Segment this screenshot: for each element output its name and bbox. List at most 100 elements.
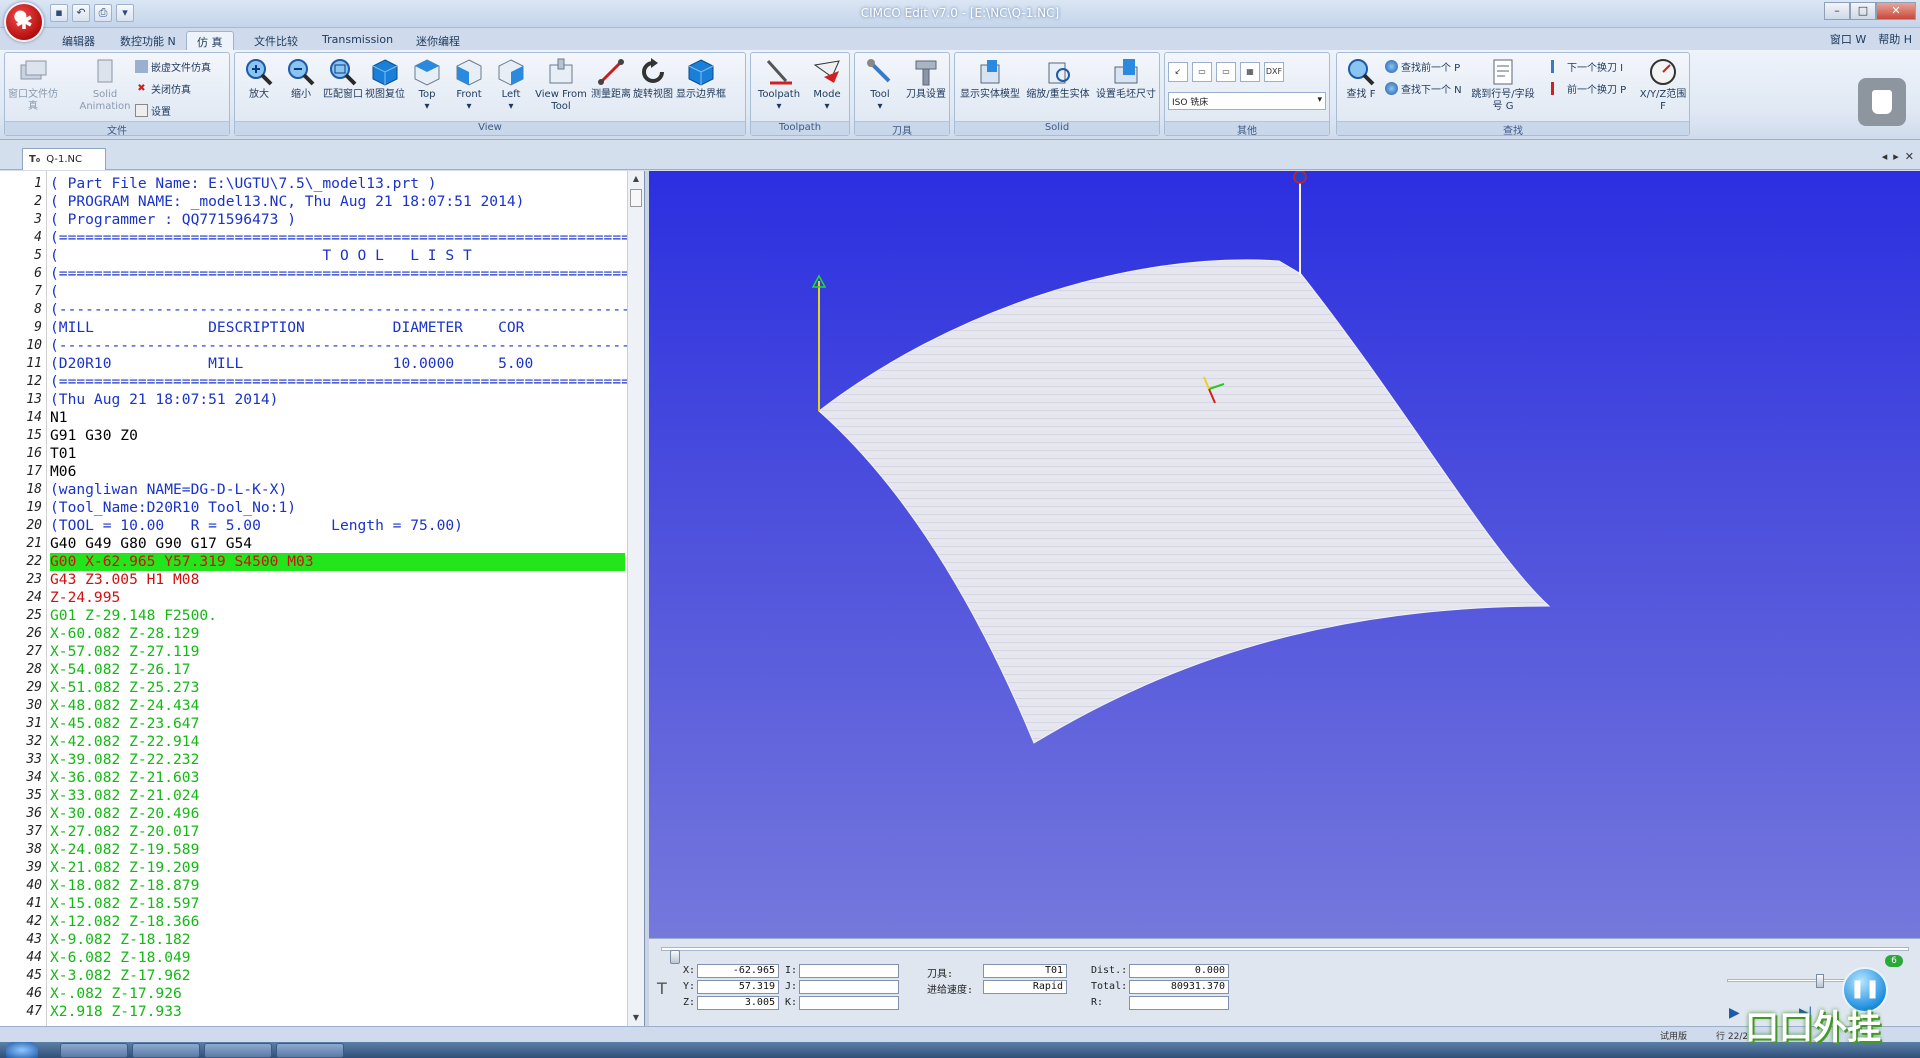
code-line[interactable]: 24 Z-24.995 [0,589,627,607]
code-line[interactable]: 27 X-57.082 Z-27.119 [0,643,627,661]
zoom-in-button[interactable]: 放大 [239,57,279,101]
start-button[interactable] [6,1042,38,1058]
tab-nc-functions[interactable]: 数控功能 N [110,31,186,50]
code-line[interactable]: 40 X-18.082 Z-18.879 [0,877,627,895]
taskbar-item-1[interactable] [60,1043,128,1058]
tool-button[interactable]: Tool ▾ [859,57,901,113]
code-line[interactable]: 28 X-54.082 Z-26.17 [0,661,627,679]
code-line[interactable]: 12 (=====================================… [0,373,627,391]
tab-scroll-left-icon[interactable]: ◂ [1882,150,1888,163]
code-line[interactable]: 14 N1 [0,409,627,427]
scroll-down-icon[interactable]: ▼ [628,1010,644,1026]
embed-file-sim-button[interactable]: 嵌虚文件仿真 [135,59,211,74]
code-line[interactable]: 47 X2.918 Z-17.933 [0,1003,627,1021]
taskbar-item-2[interactable] [132,1043,200,1058]
view-front-button[interactable]: Front ▾ [449,57,489,113]
tab-simulation[interactable]: 仿 真 [186,31,234,50]
mini-tool-1-icon[interactable]: ↙ [1168,62,1188,82]
find-button[interactable]: 查找 F [1341,57,1381,101]
code-line[interactable]: 42 X-12.082 Z-18.366 [0,913,627,931]
taskbar-item-3[interactable] [204,1043,272,1058]
code-line[interactable]: 41 X-15.082 Z-18.597 [0,895,627,913]
code-line[interactable]: 5 ( T O O L L I S T [0,247,627,265]
editor-vertical-scrollbar[interactable]: ▲ ▼ [627,171,644,1026]
code-line[interactable]: 29 X-51.082 Z-25.273 [0,679,627,697]
code-line[interactable]: 3 ( Programmer : QQ771596473 ) [0,211,627,229]
simulation-viewport[interactable] [649,171,1920,938]
application-menu-button[interactable]: ✱ [4,2,44,42]
scroll-up-icon[interactable]: ▲ [628,171,644,187]
xyz-range-button[interactable]: X/Y/Z范围 F [1637,57,1689,113]
tab-file-compare[interactable]: 文件比较 [244,31,308,50]
show-bounding-box-button[interactable]: 显示边界框 [675,57,727,101]
code-line[interactable]: 33 X-39.082 Z-22.232 [0,751,627,769]
goto-line-button[interactable]: 跳到行号/字段号 G [1467,57,1539,113]
code-line[interactable]: 9 (MILL DESCRIPTION DIAMETER COR [0,319,627,337]
code-line[interactable]: 16 T01 [0,445,627,463]
close-document-icon[interactable]: ✕ [1905,150,1914,163]
window-file-sim-button[interactable]: 窗口文件仿真 [7,57,59,113]
code-line[interactable]: 46 X-.082 Z-17.926 [0,985,627,1003]
scrollbar-thumb[interactable] [630,189,642,207]
zoom-regen-solid-button[interactable]: 缩放/重生实体 [1025,57,1091,101]
minimize-button[interactable]: – [1824,2,1850,20]
code-line[interactable]: 31 X-45.082 Z-23.647 [0,715,627,733]
code-line[interactable]: 38 X-24.082 Z-19.589 [0,841,627,859]
code-line[interactable]: 11 (D20R10 MILL 10.0000 5.00 [0,355,627,373]
play-icon[interactable]: ▶ [1729,1005,1740,1021]
rotate-view-button[interactable]: 旋转视图 [633,57,673,101]
close-button[interactable]: ✕ [1876,2,1916,20]
find-previous-button[interactable]: 查找前一个 P [1385,59,1460,74]
code-line[interactable]: 13 (Thu Aug 21 18:07:51 2014) [0,391,627,409]
machine-type-select[interactable]: ISO 铣床 ▾ [1168,92,1326,110]
tab-scroll-right-icon[interactable]: ▸ [1893,150,1899,163]
simulation-progress-slider[interactable] [661,947,1909,964]
reset-view-button[interactable]: 视图复位 [365,57,405,101]
next-tool-change-button[interactable]: 下一个换刀 I [1551,59,1623,74]
current-code-line[interactable]: 22 G00 X-62.965 Y57.319 S4500 M03 [0,553,627,571]
code-line[interactable]: 25 G01 Z-29.148 F2500. [0,607,627,625]
code-line[interactable]: 7( [0,283,627,301]
close-sim-button[interactable]: ✖ 关闭仿真 [135,81,191,96]
floating-widget[interactable] [1858,78,1906,126]
code-line[interactable]: 30 X-48.082 Z-24.434 [0,697,627,715]
view-top-button[interactable]: Top ▾ [407,57,447,113]
speed-slider-knob[interactable] [1816,974,1824,988]
solid-animation-button[interactable]: Solid Animation [79,57,131,113]
nc-code-editor[interactable]: 1 ( Part File Name: E:\UGTU\7.5\_model13.… [0,171,645,1026]
code-line[interactable]: 44 X-6.082 Z-18.049 [0,949,627,967]
code-line[interactable]: 4 (======================================… [0,229,627,247]
maximize-button[interactable]: □ [1850,2,1876,20]
fit-window-button[interactable]: 匹配窗口 [323,57,363,101]
code-line[interactable]: 17 M06 [0,463,627,481]
document-tab[interactable]: T₀ Q-1.NC [22,148,106,170]
show-solid-model-button[interactable]: 显示实体模型 [959,57,1021,101]
code-line[interactable]: 23 G43 Z3.005 H1 M08 [0,571,627,589]
view-left-button[interactable]: Left ▾ [491,57,531,113]
view-from-tool-button[interactable]: View From Tool [535,57,587,113]
zoom-out-button[interactable]: 缩小 [281,57,321,101]
code-line[interactable]: 20 (TOOL = 10.00 R = 5.00 Length = 75.00) [0,517,627,535]
find-next-button[interactable]: 查找下一个 N [1385,81,1462,96]
slider-knob[interactable] [670,950,680,964]
measure-distance-button[interactable]: 测量距离 [591,57,631,101]
mode-button[interactable]: Mode ▾ [805,57,849,113]
code-line[interactable]: 34 X-36.082 Z-21.603 [0,769,627,787]
toolpath-button[interactable]: Toolpath ▾ [755,57,803,113]
code-line[interactable]: 36 X-30.082 Z-20.496 [0,805,627,823]
code-line[interactable]: 21 G40 G49 G80 G90 G17 G54 [0,535,627,553]
code-line[interactable]: 39 X-21.082 Z-19.209 [0,859,627,877]
code-line[interactable]: 45 X-3.082 Z-17.962 [0,967,627,985]
tool-settings-button[interactable]: 刀具设置 [903,57,949,101]
code-line[interactable]: 2 ( PROGRAM NAME: _model13.NC, Thu Aug 21… [0,193,627,211]
tab-editor[interactable]: 编辑器 [52,31,105,50]
prev-tool-change-button[interactable]: 前一个换刀 P [1551,81,1626,96]
menu-help[interactable]: 帮助 H [1878,31,1912,47]
code-line[interactable]: 15 G91 G30 Z0 [0,427,627,445]
code-line[interactable]: 43 X-9.082 Z-18.182 [0,931,627,949]
code-line[interactable]: 6 (======================================… [0,265,627,283]
code-line[interactable]: 10 (-------------------------------------… [0,337,627,355]
code-line[interactable]: 18 (wangliwan NAME=DG-D-L-K-X) [0,481,627,499]
code-line[interactable]: 19 (Tool_Name:D20R10 Tool_No:1) [0,499,627,517]
menu-window[interactable]: 窗口 W [1830,31,1866,47]
